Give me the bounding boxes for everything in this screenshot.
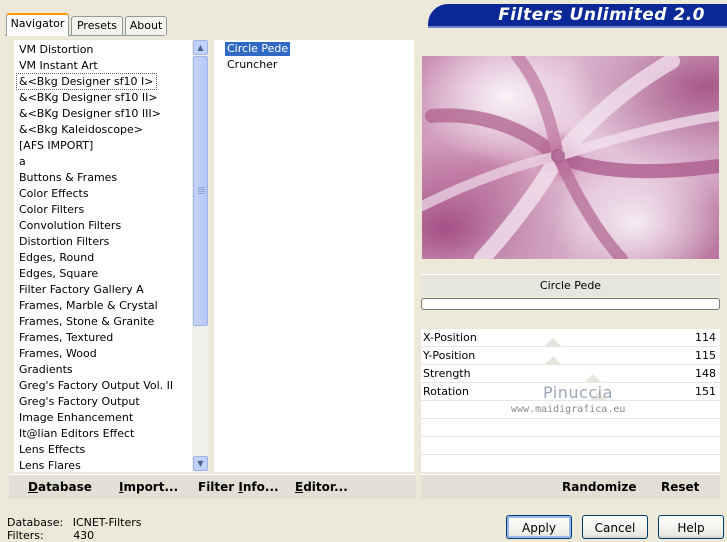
category-item[interactable]: Edges, Square: [19, 266, 98, 281]
filter-item-circle-pede[interactable]: Circle Pede: [225, 42, 291, 56]
param-row-empty: [421, 437, 720, 455]
filters-value: 430: [73, 529, 95, 542]
category-item[interactable]: Color Filters: [19, 202, 84, 217]
param-row-x-position[interactable]: X-Position 114: [421, 329, 720, 347]
tab-label: Presets: [76, 19, 118, 32]
scroll-down-arrow-icon[interactable]: ▼: [193, 456, 208, 471]
watermark-url: www.maidigrafica.eu: [511, 404, 626, 415]
category-item[interactable]: Greg's Factory Output: [19, 394, 140, 409]
category-item[interactable]: Edges, Round: [19, 250, 94, 265]
param-label: Strength: [423, 367, 471, 380]
category-item[interactable]: Lens Effects: [19, 442, 85, 457]
param-row-strength[interactable]: Strength 148: [421, 365, 720, 383]
filters-count-info: Filters: 430: [7, 529, 94, 542]
param-row-y-position[interactable]: Y-Position 115: [421, 347, 720, 365]
tab-navigator[interactable]: Navigator: [6, 13, 69, 36]
slider-thumb-icon[interactable]: [545, 356, 561, 364]
category-item[interactable]: Frames, Marble & Crystal: [19, 298, 158, 313]
database-button[interactable]: Database: [28, 480, 92, 494]
category-item[interactable]: Frames, Wood: [19, 346, 97, 361]
category-item[interactable]: [AFS IMPORT]: [19, 138, 93, 153]
selected-filter-name: Circle Pede: [421, 274, 720, 296]
param-value: 151: [695, 385, 716, 398]
category-item[interactable]: a: [19, 154, 26, 169]
navigator-toolbar: Database Import... Filter Info... Editor…: [9, 474, 416, 499]
apply-button[interactable]: Apply: [506, 515, 572, 539]
database-label: Database:: [7, 516, 64, 529]
category-item[interactable]: Image Enhancement: [19, 410, 133, 425]
param-row-empty: [421, 455, 720, 473]
tab-label: Navigator: [10, 17, 65, 30]
category-item[interactable]: Buttons & Frames: [19, 170, 117, 185]
preview-toolbar: Randomize Reset: [421, 474, 720, 499]
category-list[interactable]: VM Distortion VM Instant Art &<Bkg Design…: [14, 40, 192, 472]
param-value: 115: [695, 349, 716, 362]
category-item[interactable]: Convolution Filters: [19, 218, 121, 233]
category-item[interactable]: VM Instant Art: [19, 58, 98, 73]
category-item[interactable]: Greg's Factory Output Vol. II: [19, 378, 173, 393]
randomize-button[interactable]: Randomize: [562, 480, 636, 494]
param-label: Y-Position: [423, 349, 476, 362]
product-banner: Filters Unlimited 2.0: [428, 4, 727, 26]
slider-thumb-icon[interactable]: [585, 374, 601, 382]
tab-about[interactable]: About: [125, 16, 167, 35]
category-item[interactable]: &<Bkg Kaleidoscope>: [19, 122, 143, 137]
scroll-up-arrow-icon[interactable]: ▲: [193, 40, 208, 55]
filter-preview-image: [422, 56, 719, 259]
category-item[interactable]: VM Distortion: [19, 42, 93, 57]
param-value: 114: [695, 331, 716, 344]
progress-bar: [421, 298, 720, 310]
category-scrollbar[interactable]: ▲ ▼: [192, 40, 209, 472]
slider-thumb-icon[interactable]: [545, 338, 561, 346]
category-item[interactable]: Frames, Stone & Granite: [19, 314, 154, 329]
param-label: X-Position: [423, 331, 477, 344]
tab-label: About: [129, 19, 163, 32]
category-item[interactable]: Gradients: [19, 362, 73, 377]
filter-item-cruncher[interactable]: Cruncher: [225, 58, 279, 72]
import-button[interactable]: Import...: [119, 480, 178, 494]
product-title: Filters Unlimited 2.0: [498, 5, 705, 25]
category-item[interactable]: Color Effects: [19, 186, 89, 201]
filter-list[interactable]: Circle Pede Cruncher: [214, 40, 414, 472]
category-item[interactable]: Distortion Filters: [19, 234, 109, 249]
param-label: Rotation: [423, 385, 470, 398]
category-item[interactable]: It@lian Editors Effect: [19, 426, 134, 441]
category-item[interactable]: &<BKg Designer sf10 III>: [19, 106, 161, 121]
watermark-name: Pinuccia: [543, 383, 613, 402]
scroll-thumb[interactable]: [193, 56, 208, 326]
param-row-empty: [421, 419, 720, 437]
filter-info-button[interactable]: Filter Info...: [198, 480, 279, 494]
editor-button[interactable]: Editor...: [295, 480, 348, 494]
category-item[interactable]: Filter Factory Gallery A: [19, 282, 144, 297]
category-item[interactable]: Frames, Textured: [19, 330, 113, 345]
database-value: ICNET-Filters: [72, 516, 142, 529]
filters-label: Filters:: [7, 529, 44, 542]
category-item[interactable]: &<BKg Designer sf10 II>: [19, 90, 158, 105]
reset-button[interactable]: Reset: [661, 480, 699, 494]
category-item[interactable]: Lens Flares: [19, 458, 81, 473]
param-value: 148: [695, 367, 716, 380]
tab-presets[interactable]: Presets: [71, 16, 123, 35]
help-button[interactable]: Help: [658, 515, 724, 539]
category-item[interactable]: &<Bkg Designer sf10 I>: [16, 73, 157, 90]
database-info: Database: ICNET-Filters: [7, 516, 141, 529]
cancel-button[interactable]: Cancel: [582, 515, 648, 539]
